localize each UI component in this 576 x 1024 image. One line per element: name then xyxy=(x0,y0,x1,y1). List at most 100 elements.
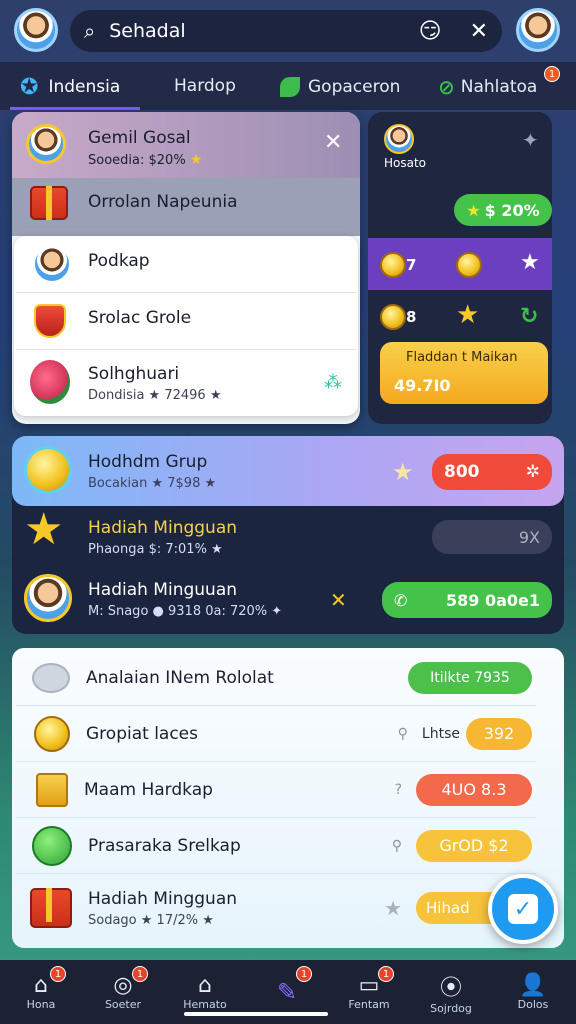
nav-badge: 1 xyxy=(50,966,66,982)
coin-icon xyxy=(380,304,406,330)
gift-icon xyxy=(30,186,68,220)
nav-fentam[interactable]: ▭ Fentam 1 xyxy=(328,964,410,1020)
emoji-icon: 😏 xyxy=(418,18,442,44)
weekly-box[interactable]: 9X xyxy=(432,520,552,554)
list-item[interactable]: Maam Hardkap ? 4UO 8.3 xyxy=(16,762,536,818)
card-icon: ▭ xyxy=(358,973,380,998)
coin-icon xyxy=(24,446,72,494)
coin-icon xyxy=(456,252,482,278)
nav-dolos[interactable]: 👤 Dolos xyxy=(492,964,574,1020)
nav-home[interactable]: ⌂ Hona 1 xyxy=(0,964,82,1020)
profile-icon xyxy=(32,244,72,284)
popup-avatar xyxy=(26,124,66,164)
list-chip[interactable]: Itilkte 7935 xyxy=(408,661,532,694)
popup-item-1[interactable]: Podkap xyxy=(88,251,150,271)
tab-nahlatoa[interactable]: ⊘ Nahlatoa xyxy=(438,72,537,102)
list-item-text: Hadiah Mingguan Sodago ★ 17/2% ★ xyxy=(88,889,237,928)
divider xyxy=(16,349,356,350)
popup-item-0[interactable]: Orrolan Napeunia xyxy=(88,192,237,212)
list-item[interactable]: Gropiat laces ⚲ Lhtse 392 xyxy=(16,706,536,762)
group-sub: Bocakian ★ 7$98 ★ xyxy=(88,476,217,491)
popup-item-3[interactable]: Solhghuari xyxy=(88,364,179,384)
nav-sojrdog[interactable]: ⦿ Sojrdog xyxy=(410,964,492,1020)
side-name: Hosato xyxy=(384,156,427,170)
search-input[interactable]: Sehadal xyxy=(109,20,185,42)
popup-subtitle-text: Sooedia: $20% xyxy=(88,153,186,168)
phone-icon: ✆ xyxy=(394,590,408,610)
list-chip[interactable]: GrOD $2 xyxy=(416,829,532,862)
user-avatar-right[interactable] xyxy=(516,8,560,52)
home-indicator xyxy=(184,1012,328,1016)
coin-icon xyxy=(34,715,70,752)
list-chip-value: Itilkte 7935 xyxy=(430,669,510,686)
list-item-label: Gropiat laces xyxy=(86,723,198,744)
tab-hardop[interactable]: Hardop xyxy=(174,76,236,96)
list-item[interactable]: Analaian INem Rololat Itilkte 7935 xyxy=(16,650,536,706)
refresh-icon[interactable]: ↻ xyxy=(520,304,538,329)
list-chip[interactable]: 392 xyxy=(466,717,532,750)
character-avatar xyxy=(24,574,72,622)
list-item-label: Prasaraka Srelkap xyxy=(88,835,241,856)
weekly-box-value: 9X xyxy=(518,527,540,547)
star-icon: ★ xyxy=(466,200,481,220)
divider xyxy=(16,292,356,293)
list-chip-value: 392 xyxy=(483,724,515,743)
weekly2-sub: M: Snago ● 9318 0a: 720% ✦ xyxy=(88,604,283,619)
side-row2-num: 8 xyxy=(406,308,417,326)
gift-icon xyxy=(30,888,72,928)
star-icon: ✪ xyxy=(20,74,39,100)
sparkle-icon[interactable]: ⁂ xyxy=(324,372,342,393)
puzzle-icon[interactable]: ✦ xyxy=(522,128,539,152)
weekly2-action-value: 589 0a0e1 xyxy=(445,590,540,610)
clear-search-icon[interactable]: ✕ xyxy=(470,19,488,44)
popup-subtitle: Sooedia: $20% ★ xyxy=(88,152,202,168)
nav-badge: 1 xyxy=(132,966,148,982)
popup-item-2[interactable]: Srolac Grole xyxy=(88,308,191,328)
weekly-sub: Phaonga $: 7:01% ★ xyxy=(88,542,223,557)
side-stat-pill[interactable]: ★ $ 20% xyxy=(454,194,552,226)
nav-edit[interactable]: ✎ 1 xyxy=(184,964,328,1020)
tab-indensia[interactable]: ✪ Indensia xyxy=(20,70,120,104)
tab-label: Hardop xyxy=(174,76,236,96)
popup-close-button[interactable]: ✕ xyxy=(324,130,342,155)
list-item[interactable]: Hadiah Mingguan Sodago ★ 17/2% ★ ★ Hihad xyxy=(16,874,536,942)
list-item-label: Hadiah Mingguan xyxy=(88,888,238,909)
side-cta-value: 49.7I0 xyxy=(394,376,451,395)
weekly2-action-button[interactable]: ✆ 589 0a0e1 xyxy=(382,582,552,618)
tool-icon: ⚲ xyxy=(397,725,408,742)
list-chip-value: 4UO 8.3 xyxy=(441,780,507,799)
tab-badge: 1 xyxy=(544,66,560,82)
info-icon: ? xyxy=(394,781,402,798)
side-stat-value: $ 20% xyxy=(484,200,540,220)
list-item-label: Maam Hardkap xyxy=(84,779,213,800)
nav-badge: 1 xyxy=(378,966,394,982)
nav-soeter[interactable]: ◎ Soeter 1 xyxy=(82,964,164,1020)
user-avatar-left[interactable] xyxy=(14,8,58,52)
star-icon[interactable]: ★ xyxy=(520,250,540,275)
group-title: Hodhdm Grup xyxy=(88,452,208,472)
tool-icon: ⚲ xyxy=(391,837,402,854)
record-icon: ⦿ xyxy=(439,975,462,1001)
tab-gopaceron[interactable]: Gopaceron xyxy=(280,72,400,102)
floating-action-button[interactable]: ✓ xyxy=(488,874,558,944)
group-action-button[interactable]: 800 ✲ xyxy=(432,454,552,490)
swap-icon[interactable]: ✕ xyxy=(330,588,347,612)
list-chip-value: GrOD $2 xyxy=(439,836,509,855)
side-cta-title: Fladdan t Maikan xyxy=(406,350,518,365)
edit-icon: ✎ xyxy=(276,978,298,1006)
star-icon: ★ xyxy=(384,896,402,920)
popup-title: Gemil Gosal xyxy=(88,128,191,148)
green-badge-icon xyxy=(32,825,72,866)
nav-label: Dolos xyxy=(517,998,549,1011)
list-chip[interactable]: 4UO 8.3 xyxy=(416,773,532,806)
cloud-icon xyxy=(32,662,70,693)
list-item[interactable]: Prasaraka Srelkap ⚲ GrOD $2 xyxy=(16,818,536,874)
leaf-icon xyxy=(280,77,300,97)
nav-label: Soeter xyxy=(104,998,142,1011)
weekly-title: Hadiah Mingguan xyxy=(88,518,238,538)
popup-item-3-sub: Dondisia ★ 72496 ★ xyxy=(88,388,222,403)
tab-label: Gopaceron xyxy=(308,77,401,97)
side-cta-button[interactable]: Fladdan t Maikan 49.7I0 xyxy=(380,342,548,404)
list-item-sub: Sodago ★ 17/2% ★ xyxy=(88,912,214,928)
search-bar[interactable]: ⌕ Sehadal 😏 ✕ xyxy=(70,10,502,52)
